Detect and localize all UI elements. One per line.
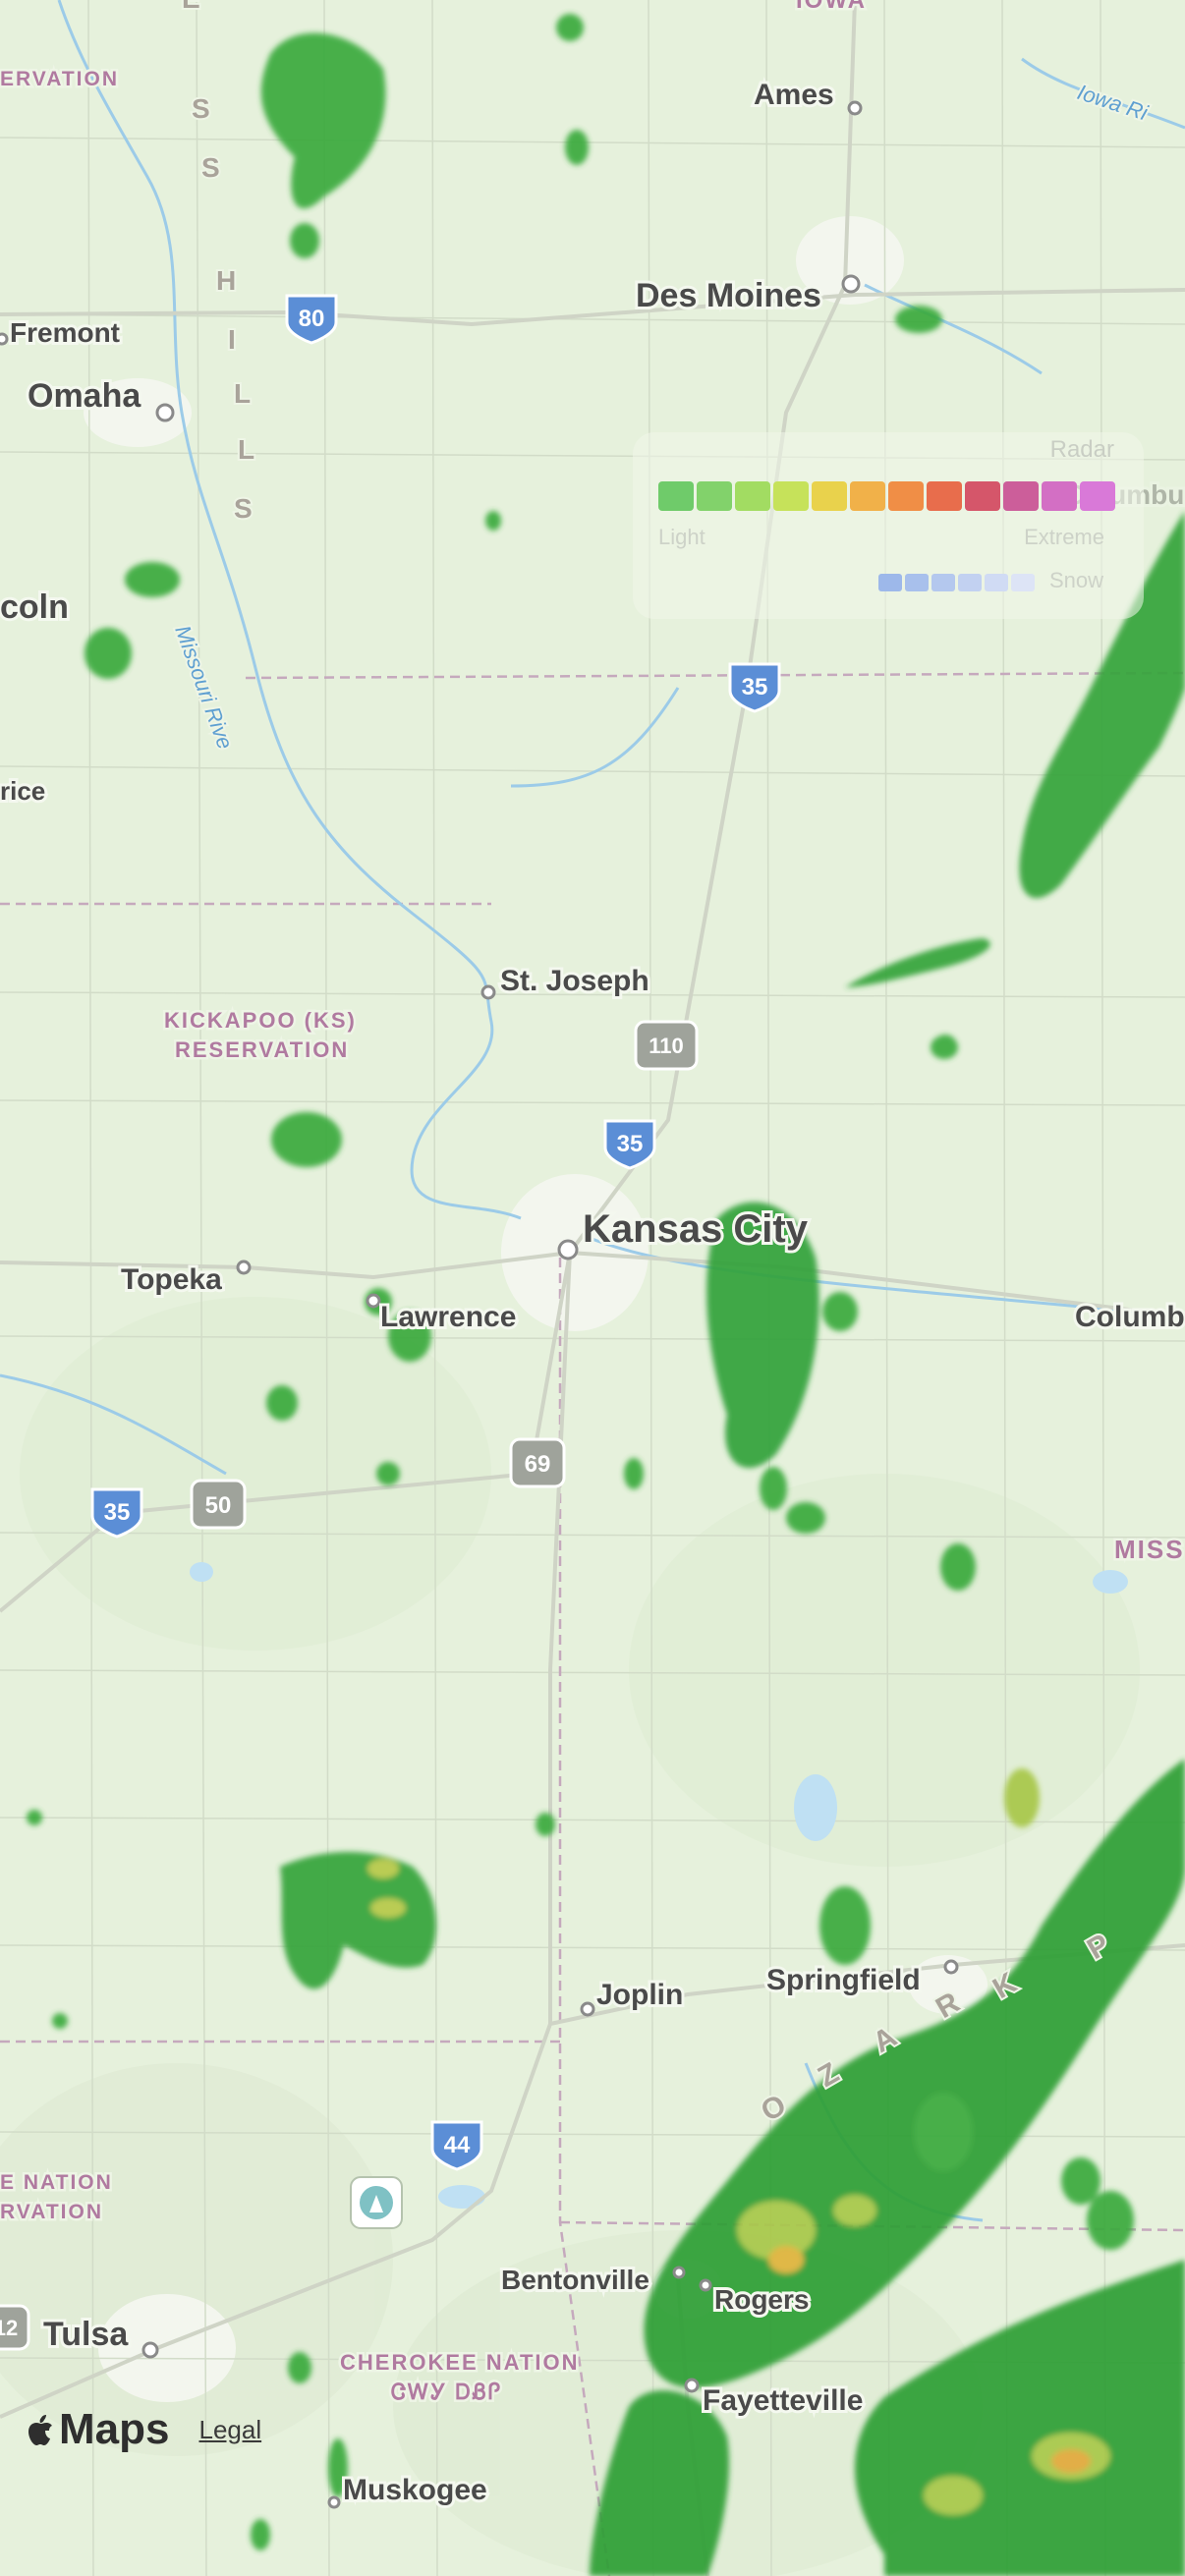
shield-number: 35 (104, 1499, 131, 1526)
us-69-shield: 69 (509, 1437, 566, 1488)
map-attribution: Maps Legal (26, 2405, 261, 2454)
missouri-state-label: MISS (1114, 1535, 1185, 1564)
shield-number: 35 (617, 1131, 644, 1157)
interstate-80-shield: 80 (285, 294, 338, 345)
rain-swatch (888, 481, 924, 511)
interstate-44-shield: 44 (430, 2120, 483, 2171)
snow-swatch (931, 574, 955, 591)
city-label-des-moines: Des Moines (636, 277, 821, 314)
snow-swatch (985, 574, 1008, 591)
region-letter: L (234, 378, 251, 409)
city-label-omaha: Omaha (28, 377, 141, 415)
shield-number: 69 (525, 1451, 551, 1478)
region-letter: S (201, 152, 220, 183)
route-110-shield: 110 (634, 1020, 699, 1071)
legend-light-label: Light (658, 525, 705, 549)
legend-extreme-label: Extreme (1024, 525, 1104, 549)
rain-swatch (812, 481, 847, 511)
region-letter: E (182, 0, 200, 14)
rain-swatch (850, 481, 885, 511)
us-412-shield: 12 (0, 2304, 30, 2351)
region-letter: H (216, 265, 236, 296)
region-letter: S (192, 93, 210, 124)
nation-label-line2: RVATION (0, 2201, 103, 2223)
city-label-springfield: Springfield (766, 1964, 921, 1996)
maps-logo: Maps (26, 2405, 169, 2454)
rain-swatch (1003, 481, 1039, 511)
radar-map[interactable]: E S S H I L L S O Z A R K P Missouri Riv… (0, 0, 1185, 2576)
rain-swatch (697, 481, 732, 511)
reservation-label: ERVATION (0, 68, 119, 90)
nation-label: E NATION (0, 2171, 113, 2194)
city-label-topeka: Topeka (121, 1263, 222, 1296)
cherokee-nation-syllabary-label: ᏣᎳᎩ ᎠᏰᎵ (391, 2380, 502, 2404)
city-label-lincoln: coln (0, 588, 69, 626)
rain-swatch (735, 481, 770, 511)
rain-swatch (1042, 481, 1077, 511)
shield-number: 44 (444, 2132, 471, 2158)
shield-number: 35 (742, 674, 768, 700)
city-label-ames: Ames (754, 79, 834, 111)
snow-swatch (878, 574, 902, 591)
region-letter: L (238, 434, 254, 465)
kickapoo-label: KICKAPOO (KS) (164, 1008, 357, 1033)
maps-wordmark: Maps (59, 2405, 170, 2453)
shield-number: 50 (205, 1492, 232, 1519)
city-label-rogers: Rogers (714, 2284, 809, 2315)
rain-swatch (773, 481, 809, 511)
kickapoo-label-line2: RESERVATION (175, 1037, 349, 1062)
interstate-35-shield: 35 (728, 662, 781, 713)
legend-title: Radar (1049, 436, 1114, 463)
city-label-tulsa: Tulsa (43, 2316, 129, 2353)
shield-number: 110 (649, 1034, 684, 1058)
snow-swatch (1011, 574, 1035, 591)
city-label-joplin: Joplin (596, 1979, 683, 2011)
interstate-35-shield: 35 (90, 1487, 143, 1539)
snow-scale (878, 574, 1035, 591)
rain-swatch (658, 481, 694, 511)
shield-number: 12 (0, 2316, 18, 2340)
rain-swatch (1080, 481, 1115, 511)
shield-number: 80 (299, 306, 325, 332)
city-label-st-joseph: St. Joseph (500, 965, 649, 997)
city-label-fayetteville: Fayetteville (703, 2384, 863, 2417)
us-50-shield: 50 (190, 1479, 247, 1530)
interstate-35-shield: 35 (603, 1119, 656, 1170)
city-label-fremont: Fremont (10, 317, 120, 348)
rain-scale (658, 481, 1115, 511)
city-label-beatrice: rice (0, 776, 45, 806)
city-label-muskogee: Muskogee (343, 2474, 487, 2506)
iowa-state-label: IOWA (796, 0, 867, 14)
city-label-columbia: Columb (1075, 1301, 1185, 1333)
city-label-lawrence: Lawrence (380, 1301, 516, 1333)
poi-pin[interactable] (350, 2176, 403, 2229)
rain-swatch (927, 481, 962, 511)
rain-swatch (965, 481, 1000, 511)
region-letter: I (228, 324, 236, 355)
legal-link[interactable]: Legal (198, 2415, 261, 2445)
city-label-bentonville: Bentonville (501, 2265, 649, 2295)
radar-legend: Radar Light Extreme Snow (633, 432, 1144, 619)
city-label-kansas-city: Kansas City (583, 1207, 809, 1251)
apple-logo-icon (28, 2415, 52, 2445)
legend-snow-label: Snow (1049, 568, 1104, 592)
snow-swatch (958, 574, 982, 591)
region-letter: S (234, 493, 253, 524)
snow-swatch (905, 574, 929, 591)
cherokee-nation-label: CHEROKEE NATION (340, 2350, 580, 2375)
